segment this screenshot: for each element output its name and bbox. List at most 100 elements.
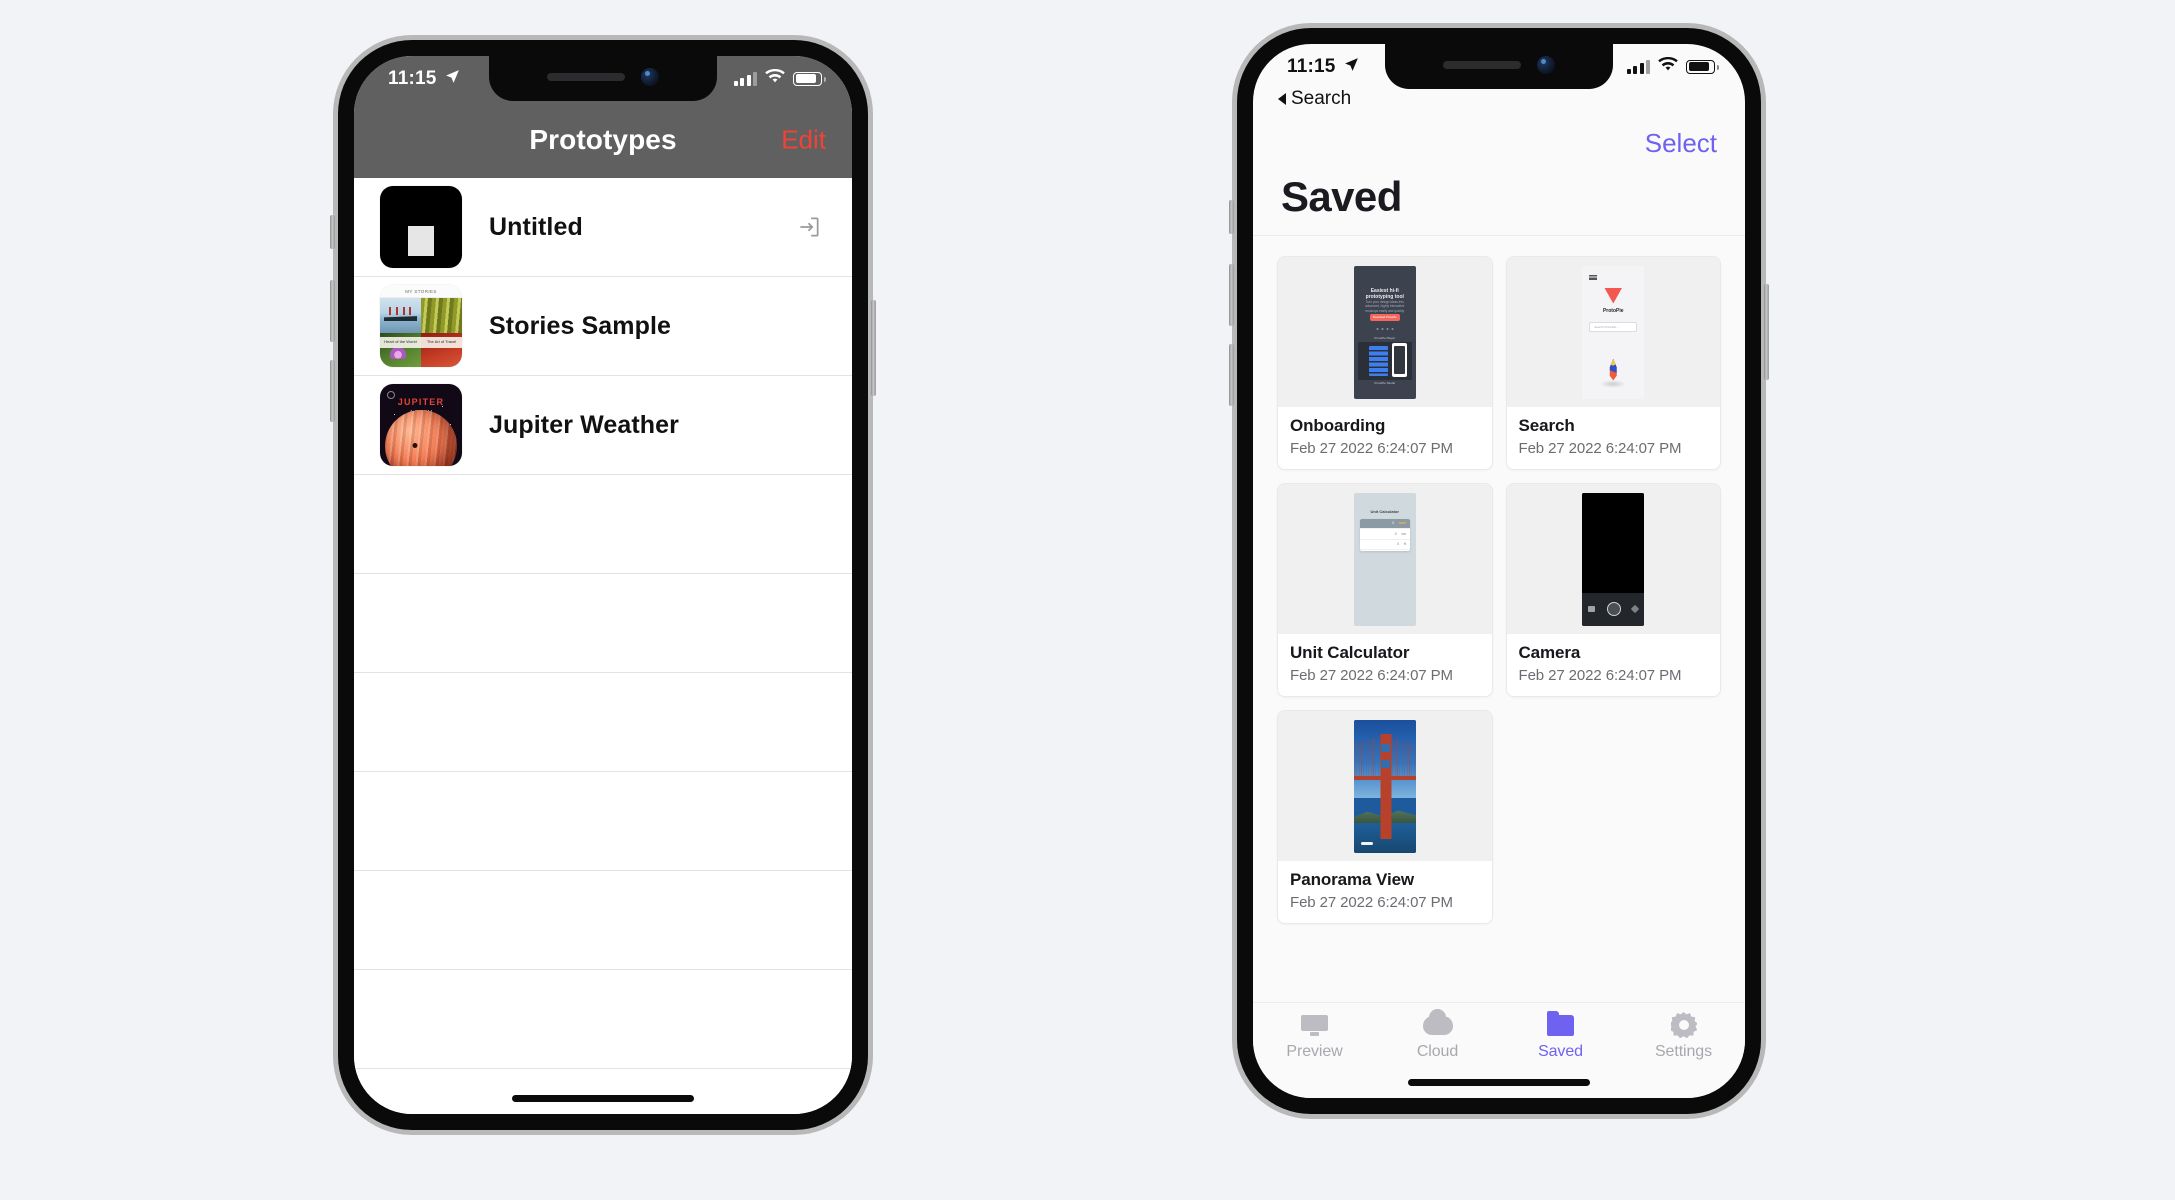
saved-card[interactable]: Easiest hi-fi prototyping tool Turn your…: [1277, 256, 1493, 470]
card-meta: Unit Calculator Feb 27 2022 6:24:07 PM: [1278, 634, 1492, 696]
card-date: Feb 27 2022 6:24:07 PM: [1518, 667, 1682, 684]
card-meta: Search Feb 27 2022 6:24:07 PM: [1506, 407, 1720, 469]
home-indicator[interactable]: [512, 1095, 694, 1102]
stories-sample-thumb: MY STORIES Heart of the World The Art of…: [380, 285, 462, 367]
card-date: Feb 27 2022 6:24:07 PM: [1290, 894, 1453, 911]
empty-list-row: [354, 772, 852, 871]
saved-card[interactable]: Panorama View Feb 27 2022 6:24:07 PM: [1277, 710, 1493, 924]
camera-viewfinder: [1582, 492, 1645, 593]
tab-settings[interactable]: Settings: [1622, 1003, 1745, 1074]
tab-preview[interactable]: Preview: [1253, 1003, 1376, 1074]
nav-title-row: Prototypes Edit: [354, 101, 852, 178]
page-title: Prototypes: [529, 123, 677, 155]
volume-down-button[interactable]: [330, 360, 335, 422]
calc-header: Unit Calculator: [1370, 508, 1399, 514]
card-title: Camera: [1518, 643, 1581, 662]
empty-list-row: [354, 871, 852, 970]
status-time: 11:15: [1287, 55, 1336, 77]
list-item-label: Jupiter Weather: [489, 410, 679, 439]
saved-card[interactable]: ProtoPie Search ProtoPie... Search Feb 2…: [1505, 256, 1721, 470]
back-link-label: Search: [1291, 88, 1352, 109]
mute-switch[interactable]: [330, 215, 335, 249]
tab-saved[interactable]: Saved: [1499, 1003, 1622, 1074]
status-left-group: 11:15: [388, 67, 461, 90]
pano-boat: [1360, 842, 1373, 845]
onboarding-screenshot: [1357, 341, 1412, 380]
card-preview: ProtoPie Search ProtoPie...: [1506, 257, 1720, 407]
empty-list-row: [354, 475, 852, 574]
calc-unit-1: inch: [1399, 521, 1406, 526]
home-indicator[interactable]: [1408, 1079, 1590, 1086]
shutter-icon: [1606, 602, 1621, 616]
onboarding-footer: ProtoPie Studio: [1374, 380, 1396, 385]
camera-controls: [1582, 592, 1645, 626]
open-prototype-icon[interactable]: [796, 214, 822, 240]
empty-list-row: [354, 1069, 852, 1114]
wifi-icon: [765, 68, 785, 90]
left-phone-notch: [489, 56, 717, 101]
onboarding-caption: ProtoPie Player: [1374, 335, 1396, 340]
protopie-logo-icon: [1604, 287, 1623, 304]
screenshot-stage: 11:15 Prototypes Edit Untitled MY STORIE…: [0, 0, 2175, 1200]
status-left-group: 11:15: [1287, 55, 1360, 78]
volume-up-button[interactable]: [330, 280, 335, 342]
left-phone-device: 11:15 Prototypes Edit Untitled MY STORIE…: [330, 40, 876, 1130]
calc-row: 0 ft: [1359, 540, 1410, 551]
card-date: Feb 27 2022 6:24:07 PM: [1518, 440, 1682, 457]
back-caret-icon: [1278, 93, 1286, 105]
onboarding-page-dots: [1376, 327, 1394, 330]
list-item[interactable]: Untitled: [354, 178, 852, 277]
prototypes-list: Untitled MY STORIES Heart of the World T…: [354, 178, 852, 1114]
cellular-signal-icon: [733, 71, 757, 86]
empty-list-row: [354, 673, 852, 772]
front-camera: [641, 67, 659, 86]
edit-button[interactable]: Edit: [781, 124, 826, 155]
camera-preview: [1582, 492, 1645, 626]
jupiter-great-red-spot: [412, 443, 418, 448]
saved-card[interactable]: Camera Feb 27 2022 6:24:07 PM: [1505, 483, 1721, 697]
back-to-search-link[interactable]: Search: [1278, 88, 1351, 110]
card-date: Feb 27 2022 6:24:07 PM: [1290, 440, 1453, 457]
select-button[interactable]: Select: [1645, 128, 1717, 159]
card-preview: [1506, 484, 1720, 634]
card-meta: Panorama View Feb 27 2022 6:24:07 PM: [1278, 861, 1492, 923]
tab-cloud[interactable]: Cloud: [1376, 1003, 1499, 1074]
gallery-icon: [1588, 606, 1596, 612]
volume-down-button[interactable]: [1229, 344, 1234, 406]
flip-camera-icon: [1631, 604, 1640, 614]
power-button[interactable]: [1764, 284, 1769, 380]
power-button[interactable]: [871, 300, 876, 396]
saved-page-title: Saved: [1253, 172, 1745, 236]
tab-preview-label: Preview: [1286, 1043, 1343, 1060]
battery-icon: [793, 71, 826, 86]
onboarding-panel: [1368, 345, 1388, 376]
stories-thumb-grid: [380, 298, 462, 367]
pano-bridge-tower: [1380, 733, 1392, 839]
right-phone-screen: 11:15 Search Select Saved Easiest hi-fi …: [1253, 44, 1745, 1098]
card-title: Panorama View: [1290, 870, 1415, 889]
tab-cloud-label: Cloud: [1416, 1043, 1459, 1060]
card-preview: Unit Calculator 0 inch 0 cm 0 ft: [1278, 484, 1492, 634]
rocket-smoke: [1600, 379, 1627, 388]
panorama-view-preview: [1353, 719, 1416, 853]
saved-grid-scroll[interactable]: Easiest hi-fi prototyping tool Turn your…: [1253, 236, 1745, 1002]
tab-settings-label: Settings: [1654, 1043, 1712, 1060]
wifi-icon: [1658, 56, 1678, 78]
volume-up-button[interactable]: [1229, 264, 1234, 326]
onboarding-subtext: Turn your design ideas into advanced, hi…: [1365, 299, 1405, 314]
card-date: Feb 27 2022 6:24:07 PM: [1290, 667, 1453, 684]
stories-caption-left: Heart of the World: [380, 337, 421, 348]
list-item[interactable]: MY STORIES Heart of the World The Art of…: [354, 277, 852, 376]
onboarding-preview: Easiest hi-fi prototyping tool Turn your…: [1353, 265, 1416, 399]
search-brand-label: ProtoPie: [1602, 307, 1624, 314]
card-title: Onboarding: [1290, 416, 1386, 435]
tab-saved-label: Saved: [1538, 1043, 1583, 1060]
saved-card[interactable]: Unit Calculator 0 inch 0 cm 0 ft Unit Ca…: [1277, 483, 1493, 697]
mute-switch[interactable]: [1229, 200, 1234, 234]
status-time: 11:15: [388, 67, 437, 89]
right-phone-notch: [1385, 44, 1613, 89]
stories-thumb-header: MY STORIES: [380, 285, 462, 298]
gear-icon: [1669, 1012, 1699, 1038]
unit-calculator-preview: Unit Calculator 0 inch 0 cm 0 ft: [1353, 492, 1416, 626]
list-item[interactable]: JUPITER 4:20 PM Jupiter Weather: [354, 376, 852, 475]
